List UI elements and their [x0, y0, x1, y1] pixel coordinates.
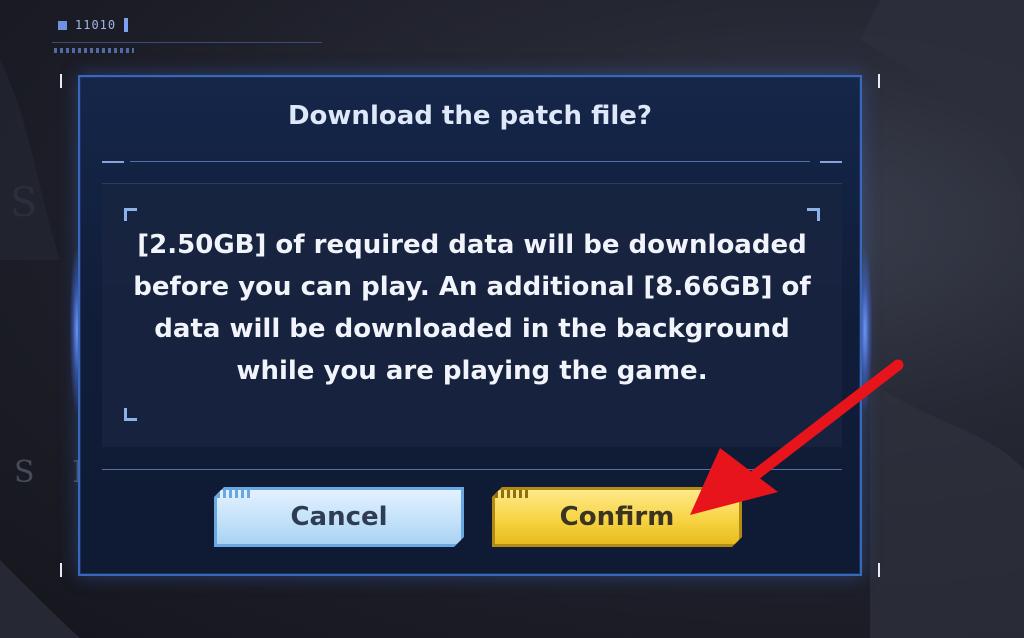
hud-square-icon — [58, 20, 67, 30]
confirm-button[interactable]: Confirm — [492, 487, 742, 547]
message-line: [2.50GB] of required data will be downlo… — [137, 230, 807, 260]
background-letter: S — [10, 180, 38, 226]
message-panel: [2.50GB] of required data will be downlo… — [102, 183, 842, 447]
button-divider — [102, 469, 842, 470]
hud-stripes — [54, 48, 134, 53]
hud-label: 11010 — [58, 18, 129, 32]
corner-bracket-icon — [124, 208, 137, 221]
frame-tick — [60, 563, 62, 577]
hud-code: 11010 — [75, 18, 117, 32]
frame-tick — [60, 74, 62, 88]
title-divider — [130, 161, 810, 162]
frame-tick — [878, 74, 880, 88]
cancel-button-label: Cancel — [290, 502, 388, 532]
button-stripe — [495, 490, 531, 498]
hud-bar-icon — [124, 18, 129, 32]
frame-tick — [878, 563, 880, 577]
dialog-message: [2.50GB] of required data will be downlo… — [132, 224, 812, 392]
message-line: before you can play. An additional [8.66… — [133, 272, 811, 302]
patch-dialog: Download the patch file? [2.50GB] of req… — [78, 75, 862, 576]
message-line: data will be downloaded in the backgroun… — [154, 314, 790, 344]
divider-cap — [820, 161, 842, 163]
message-line: while you are playing the game. — [236, 356, 708, 386]
cancel-button[interactable]: Cancel — [214, 487, 464, 547]
hud-line — [52, 42, 322, 43]
divider-cap — [102, 161, 124, 163]
corner-bracket-icon — [807, 208, 820, 221]
dialog-title: Download the patch file? — [287, 101, 653, 131]
button-stripe — [217, 490, 253, 498]
corner-bracket-icon — [124, 408, 137, 421]
confirm-button-label: Confirm — [559, 502, 675, 532]
